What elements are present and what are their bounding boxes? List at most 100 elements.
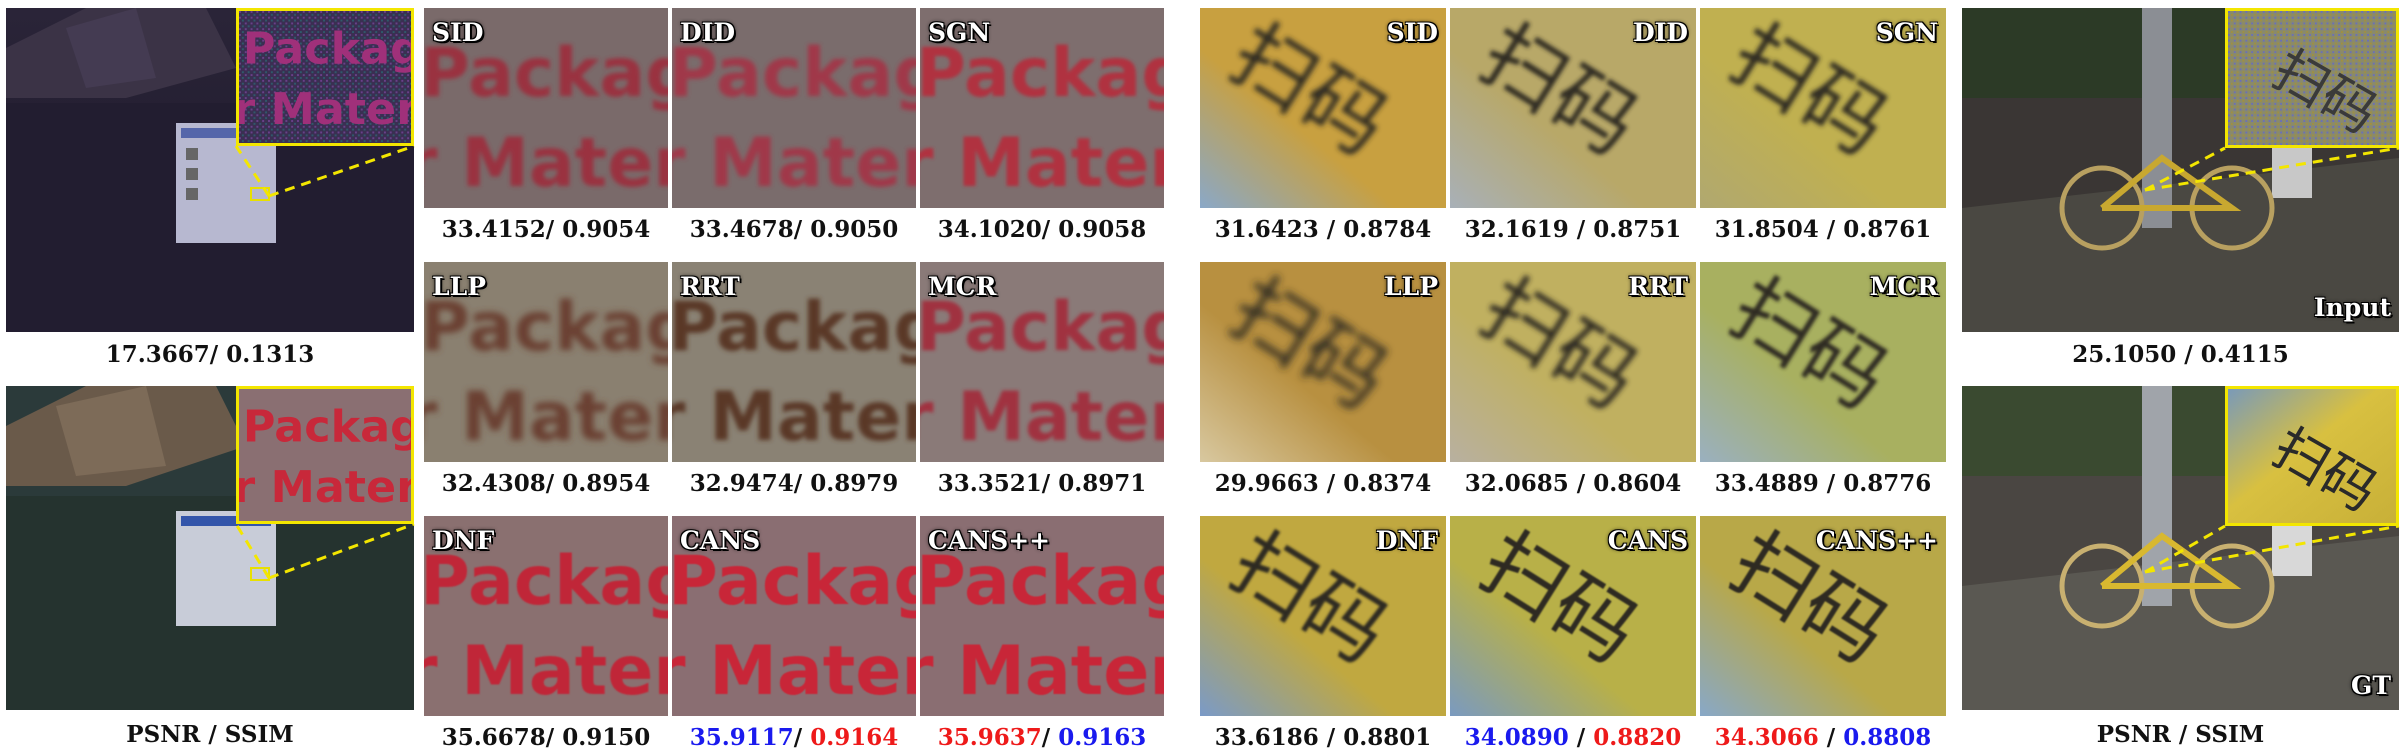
psnr-value: 32.1619 xyxy=(1464,216,1569,243)
psnr-value: 32.9474 xyxy=(689,470,794,497)
metric-separator: / xyxy=(1318,216,1344,243)
psnr-value: 35.9117 xyxy=(689,724,794,751)
sticker-crop-mcr: 扫码 MCR xyxy=(1700,262,1946,462)
ssim-value: 0.8776 xyxy=(1843,470,1932,497)
text-crop-sid: Packagi r Mater SID xyxy=(424,8,668,208)
right-input-label: Input xyxy=(2313,293,2391,322)
sticker-crop-dnf: 扫码 DNF xyxy=(1200,516,1446,716)
method-label: MCR xyxy=(1869,272,1938,301)
left-input-zoom-inset: Packagi r Mater xyxy=(236,8,414,146)
method-label: SID xyxy=(432,18,484,47)
psnr-ssim-metrics: 35.6678/ 0.9150 xyxy=(424,721,668,755)
ssim-value: 0.8761 xyxy=(1843,216,1932,243)
metric-separator: / xyxy=(545,724,563,751)
svg-text:r Mater: r Mater xyxy=(239,462,411,513)
sticker-crop-cans: 扫码 CANS xyxy=(1450,516,1696,716)
psnr-ssim-metrics: 31.8504 / 0.8761 xyxy=(1700,213,1946,247)
psnr-ssim-metrics: 34.0890 / 0.8820 xyxy=(1450,721,1696,755)
psnr-ssim-metrics: 34.3066 / 0.8808 xyxy=(1700,721,1946,755)
ssim-value: 0.8954 xyxy=(562,470,651,497)
psnr-ssim-metrics: 32.9474/ 0.8979 xyxy=(672,467,916,501)
metric-separator: / xyxy=(1568,216,1594,243)
psnr-ssim-metrics: 34.1020/ 0.9058 xyxy=(920,213,1164,247)
method-label: DID xyxy=(1632,18,1688,47)
metric-separator: / xyxy=(1568,470,1594,497)
sticker-crop-llp: 扫码 LLP xyxy=(1200,262,1446,462)
method-label: DNF xyxy=(1375,526,1438,555)
psnr-value: 32.0685 xyxy=(1464,470,1569,497)
psnr-ssim-metrics: 31.6423 / 0.8784 xyxy=(1200,213,1446,247)
psnr-ssim-metrics: 32.4308/ 0.8954 xyxy=(424,467,668,501)
svg-text:r Mater: r Mater xyxy=(424,632,668,711)
psnr-value: 33.6186 xyxy=(1214,724,1319,751)
left-input-metrics: 17.3667/ 0.1313 xyxy=(105,341,315,368)
right-gt-caption: PSNR / SSIM xyxy=(2096,721,2265,748)
text-crop-mcr: Packagi r Mater MCR xyxy=(920,262,1164,462)
text-crop-did: Packagi r Mater DID xyxy=(672,8,916,208)
ssim-value: 0.8374 xyxy=(1343,470,1432,497)
right-input-zoom-inset: 扫码 xyxy=(2225,8,2399,148)
text-crop-cans: Packagi r Mater CANS xyxy=(672,516,916,716)
psnr-ssim-metrics: 35.9637/ 0.9163 xyxy=(920,721,1164,755)
psnr-value: 33.3521 xyxy=(937,470,1042,497)
svg-text:r Mater: r Mater xyxy=(424,124,668,203)
svg-text:r Mater: r Mater xyxy=(672,124,916,203)
metric-separator: / xyxy=(1818,470,1844,497)
psnr-value: 35.6678 xyxy=(441,724,546,751)
psnr-value: 34.3066 xyxy=(1714,724,1819,751)
metric-separator: / xyxy=(1318,470,1344,497)
psnr-value: 32.4308 xyxy=(441,470,546,497)
metric-separator: / xyxy=(1818,724,1844,751)
psnr-ssim-metrics: 33.3521/ 0.8971 xyxy=(920,467,1164,501)
psnr-value: 31.6423 xyxy=(1214,216,1319,243)
ssim-value: 0.9163 xyxy=(1058,724,1147,751)
svg-text:r Mater: r Mater xyxy=(424,378,668,457)
psnr-ssim-metrics: 33.4889 / 0.8776 xyxy=(1700,467,1946,501)
clean-sticker-crop: 扫码 xyxy=(2228,389,2396,523)
psnr-value: 33.4678 xyxy=(689,216,794,243)
method-label: CANS xyxy=(1607,526,1688,555)
method-label: RRT xyxy=(680,272,740,301)
method-label: CANS++ xyxy=(928,526,1051,555)
svg-text:Packagi: Packagi xyxy=(243,402,411,453)
ssim-value: 0.8784 xyxy=(1343,216,1432,243)
metric-separator: / xyxy=(545,470,563,497)
left-gt-zoom-inset: Packagi r Mater xyxy=(236,386,414,524)
metric-separator: / xyxy=(545,216,563,243)
metric-separator: / xyxy=(793,724,811,751)
svg-text:r Mater: r Mater xyxy=(672,632,916,711)
ssim-value: 0.9054 xyxy=(562,216,651,243)
psnr-ssim-metrics: 33.6186 / 0.8801 xyxy=(1200,721,1446,755)
method-label: RRT xyxy=(1628,272,1688,301)
psnr-ssim-metrics: 32.0685 / 0.8604 xyxy=(1450,467,1696,501)
ssim-value: 0.8801 xyxy=(1343,724,1432,751)
method-label: LLP xyxy=(432,272,486,301)
ssim-value: 0.8751 xyxy=(1593,216,1682,243)
metric-separator: / xyxy=(1318,724,1344,751)
text-crop-canspp: Packagi r Mater CANS++ xyxy=(920,516,1164,716)
left-gt-caption: PSNR / SSIM xyxy=(126,721,294,748)
metric-separator: / xyxy=(1041,724,1059,751)
method-label: DNF xyxy=(432,526,495,555)
psnr-value: 31.8504 xyxy=(1714,216,1819,243)
ssim-value: 0.9058 xyxy=(1058,216,1147,243)
psnr-value: 34.1020 xyxy=(937,216,1042,243)
svg-text:r Mater: r Mater xyxy=(920,124,1164,203)
ssim-value: 0.8979 xyxy=(810,470,899,497)
method-label: LLP xyxy=(1384,272,1438,301)
text-crop-dnf: Packagi r Mater DNF xyxy=(424,516,668,716)
method-label: SID xyxy=(1386,18,1438,47)
metric-separator: / xyxy=(1818,216,1844,243)
psnr-value: 33.4889 xyxy=(1714,470,1819,497)
svg-text:r Mater: r Mater xyxy=(239,84,411,135)
psnr-ssim-metrics: 33.4678/ 0.9050 xyxy=(672,213,916,247)
svg-text:r Mater: r Mater xyxy=(672,378,916,457)
psnr-ssim-metrics: 35.9117/ 0.9164 xyxy=(672,721,916,755)
sticker-crop-sgn: 扫码 SGN xyxy=(1700,8,1946,208)
metric-separator: / xyxy=(793,470,811,497)
sticker-crop-canspp: 扫码 CANS++ xyxy=(1700,516,1946,716)
ssim-value: 0.8604 xyxy=(1593,470,1682,497)
svg-text:r Mater: r Mater xyxy=(920,632,1164,711)
ssim-value: 0.8808 xyxy=(1843,724,1932,751)
text-crop-llp: Packagi r Mater LLP xyxy=(424,262,668,462)
